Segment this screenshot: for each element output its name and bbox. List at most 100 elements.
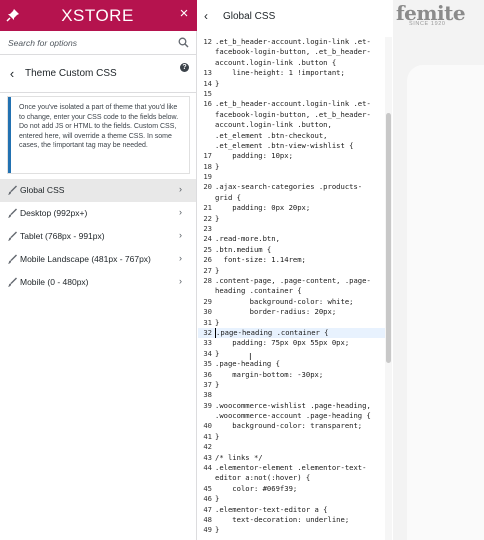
code-line[interactable]: facebook-login-button, .et_b_header-: [198, 47, 385, 57]
line-number: 41: [203, 431, 212, 441]
chevron-right-icon: ›: [179, 230, 182, 240]
line-number: 18: [203, 161, 212, 171]
code-line[interactable]: account.login-link .button {: [198, 58, 385, 68]
code-line[interactable]: .et_element .btn-view-wishlist {: [198, 141, 385, 151]
code-text: }: [215, 161, 220, 171]
line-number: 28: [203, 275, 212, 285]
section-title: Theme Custom CSS: [25, 68, 117, 79]
code-line[interactable]: account.login-link .button,: [198, 120, 385, 130]
line-number: 34: [203, 348, 212, 358]
site-preview[interactable]: femite SINCE 1920: [393, 0, 484, 540]
code-line[interactable]: heading .container {: [198, 286, 385, 296]
code-line[interactable]: 34}: [198, 349, 385, 359]
code-text: color: #069f39;: [215, 483, 298, 493]
code-line[interactable]: 41}: [198, 432, 385, 442]
code-line[interactable]: 32 .page-heading .container {: [198, 327, 385, 339]
css-item-mobile-landscape[interactable]: Mobile Landscape (481px - 767px) ›: [0, 248, 196, 271]
code-line[interactable]: 20 .ajax-search-categories .products-: [198, 182, 385, 192]
code-editor-panel: ‹ Global CSS 12 .et_b_header-account.logi…: [198, 0, 393, 540]
code-line[interactable]: 23: [198, 224, 385, 234]
scrollbar-thumb[interactable]: [386, 113, 391, 363]
code-line[interactable]: grid {: [198, 193, 385, 203]
code-text: account.login-link .button {: [215, 57, 337, 67]
code-line[interactable]: 13 line-height: 1 !important;: [198, 68, 385, 78]
code-line[interactable]: 21 padding: 0px 20px;: [198, 203, 385, 213]
code-text: padding: 10px;: [215, 151, 293, 161]
code-text: text-decoration: underline;: [215, 514, 350, 524]
code-line[interactable]: 14}: [198, 79, 385, 89]
code-line[interactable]: 16 .et_b_header-account.login-link .et-: [198, 99, 385, 109]
code-text: .woocommerce-account .page-heading {: [215, 411, 371, 421]
css-item-mobile[interactable]: Mobile (0 - 480px) ›: [0, 271, 196, 294]
css-item-label: Mobile (0 - 480px): [20, 277, 89, 287]
close-button[interactable]: ×: [176, 5, 192, 23]
code-line[interactable]: 26 font-size: 1.14rem;: [198, 255, 385, 265]
brush-icon: [8, 185, 17, 195]
editor-back-button[interactable]: ‹: [204, 9, 208, 23]
code-line[interactable]: 31}: [198, 318, 385, 328]
brush-icon: [8, 208, 17, 218]
code-text: font-size: 1.14rem;: [215, 255, 306, 265]
line-number: 26: [203, 255, 212, 265]
css-item-global[interactable]: Global CSS ›: [0, 179, 196, 202]
code-line[interactable]: 47 .elementor-text-editor a {: [198, 505, 385, 515]
code-line[interactable]: 24 .read-more.btn,: [198, 234, 385, 244]
code-line[interactable]: 39 .woocommerce-wishlist .page-heading,: [198, 401, 385, 411]
code-text: background-color: transparent;: [215, 421, 363, 431]
help-icon[interactable]: ?: [180, 63, 189, 72]
search-input[interactable]: [0, 31, 172, 54]
code-line[interactable]: 40 background-color: transparent;: [198, 421, 385, 431]
search-bar: [0, 31, 196, 55]
code-text: /* links */: [215, 452, 263, 462]
code-line[interactable]: 22}: [198, 214, 385, 224]
code-line[interactable]: 46}: [198, 494, 385, 504]
code-line[interactable]: 12 .et_b_header-account.login-link .et-: [198, 37, 385, 47]
code-line[interactable]: 43/* links */: [198, 453, 385, 463]
search-icon[interactable]: [178, 37, 189, 48]
code-line[interactable]: 19: [198, 172, 385, 182]
code-text: .page-heading .container {: [215, 327, 329, 339]
code-line[interactable]: 36 margin-bottom: -30px;: [198, 370, 385, 380]
code-line[interactable]: .woocommerce-account .page-heading {: [198, 411, 385, 421]
line-number: 12: [203, 37, 212, 46]
code-line[interactable]: editor a:not(:hover) {: [198, 473, 385, 483]
code-line[interactable]: 30 border-radius: 20px;: [198, 307, 385, 317]
code-line[interactable]: 17 padding: 10px;: [198, 151, 385, 161]
code-line[interactable]: 38: [198, 390, 385, 400]
line-number: 30: [203, 307, 212, 317]
css-item-desktop[interactable]: Desktop (992px+) ›: [0, 202, 196, 225]
code-line[interactable]: 49}: [198, 525, 385, 535]
code-text: .ajax-search-categories .products-: [215, 182, 363, 192]
pin-icon[interactable]: [6, 8, 20, 22]
code-line[interactable]: 37}: [198, 380, 385, 390]
code-line[interactable]: 29 background-color: white;: [198, 297, 385, 307]
code-text: .page-heading {: [215, 359, 280, 369]
code-text: .et_element .btn-checkout,: [215, 130, 328, 140]
code-line[interactable]: .et_element .btn-checkout,: [198, 131, 385, 141]
code-text: }: [215, 78, 220, 88]
code-line[interactable]: 25 .btn.medium {: [198, 245, 385, 255]
code-line[interactable]: 42: [198, 442, 385, 452]
preview-tagline: SINCE 1920: [409, 21, 446, 27]
code-text: facebook-login-button, .et_b_header-: [215, 47, 371, 57]
back-button[interactable]: ‹: [6, 67, 18, 81]
code-line[interactable]: 27}: [198, 266, 385, 276]
code-line[interactable]: 33 padding: 75px 0px 55px 0px;: [198, 338, 385, 348]
chevron-right-icon: ›: [179, 207, 182, 217]
code-line[interactable]: 45 color: #069f39;: [198, 484, 385, 494]
code-text: .et_b_header-account.login-link .et-: [215, 37, 371, 46]
code-line[interactable]: 15: [198, 89, 385, 99]
code-text: .et_b_header-account.login-link .et-: [215, 99, 371, 109]
code-text: }: [215, 494, 220, 504]
code-line[interactable]: 48 text-decoration: underline;: [198, 515, 385, 525]
code-editor[interactable]: 12 .et_b_header-account.login-link .et-fa…: [198, 37, 385, 540]
code-line[interactable]: 44 .elementor-element .elementor-text-: [198, 463, 385, 473]
code-line[interactable]: 28 .content-page, .page-content, .page-: [198, 276, 385, 286]
code-line[interactable]: facebook-login-button, .et_b_header-: [198, 110, 385, 120]
css-item-tablet[interactable]: Tablet (768px - 991px) ›: [0, 225, 196, 248]
code-line[interactable]: 18}: [198, 162, 385, 172]
editor-title: Global CSS: [223, 11, 276, 22]
line-number: 25: [203, 244, 212, 254]
chevron-right-icon: ›: [179, 276, 182, 286]
code-line[interactable]: 35 .page-heading {: [198, 359, 385, 369]
